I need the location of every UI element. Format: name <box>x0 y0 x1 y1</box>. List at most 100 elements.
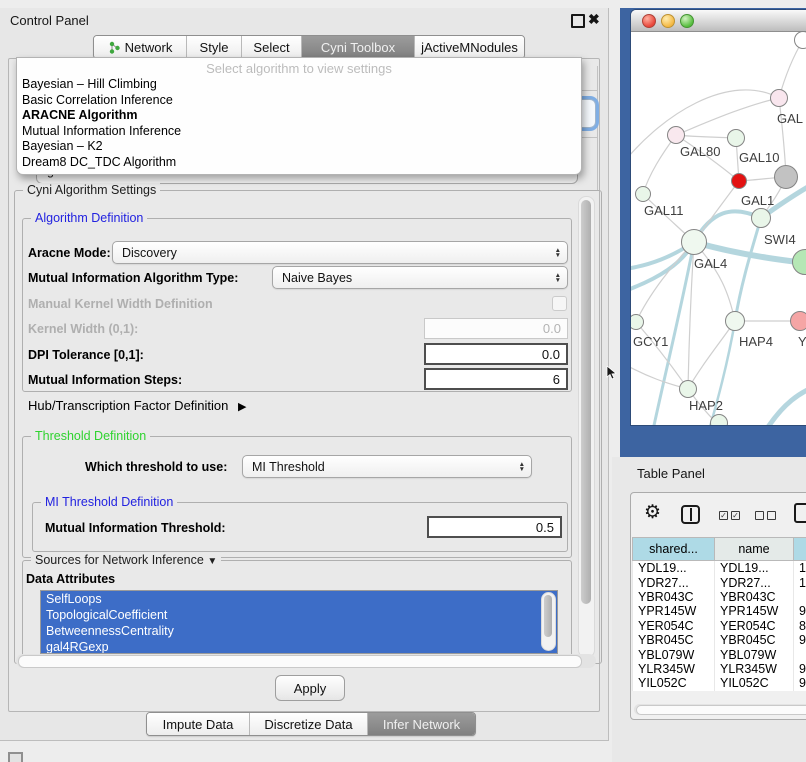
table-cell[interactable]: YLR345W <box>715 662 794 676</box>
network-node-gal[interactable] <box>770 89 788 107</box>
tab-cyni-toolbox[interactable]: Cyni Toolbox <box>301 36 414 58</box>
close-icon[interactable]: ✖ <box>588 11 600 28</box>
column-header-name[interactable]: name <box>715 538 794 561</box>
float-window-icon[interactable] <box>571 14 585 28</box>
checked-boxes-icon[interactable]: ✓✓ <box>719 511 740 520</box>
data-attribute-item[interactable]: gal4RGexp <box>41 639 557 654</box>
algorithm-option-bayesian-k2[interactable]: Bayesian – K2 <box>19 139 579 155</box>
settings-scrollbar[interactable] <box>578 196 595 658</box>
network-window-titlebar[interactable] <box>631 10 806 32</box>
data-attribute-item[interactable]: TopologicalCoefficient <box>41 607 557 623</box>
algorithm-option-basic-correlation-inference[interactable]: Basic Correlation Inference <box>19 93 579 109</box>
data-attribute-item[interactable]: SelfLoops <box>41 591 557 607</box>
table-cell[interactable]: 12 <box>794 575 806 589</box>
table-hscrollbar[interactable] <box>634 704 806 715</box>
table-cell[interactable]: YDR27... <box>715 575 794 589</box>
data-attributes-list[interactable]: SelfLoopsTopologicalCoefficientBetweenne… <box>40 590 558 654</box>
table-panel: ⚙ ✓✓ shared...nameYDL19...YDL19...13YDR2… <box>630 492 806 720</box>
table-cell[interactable]: 9. <box>794 633 806 647</box>
table-cell[interactable]: YDR27... <box>633 575 715 589</box>
tab-infer-network[interactable]: Infer Network <box>367 713 475 735</box>
network-node-y[interactable] <box>790 311 806 331</box>
table-cell[interactable] <box>794 590 806 604</box>
table-cell[interactable]: YBR043C <box>633 590 715 604</box>
table-cell[interactable] <box>794 647 806 661</box>
window-zoom-icon[interactable] <box>680 14 694 28</box>
network-node-swi4[interactable] <box>751 208 771 228</box>
which-threshold-label: Which threshold to use: <box>85 460 227 474</box>
network-node-gal10[interactable] <box>727 129 745 147</box>
algorithm-option-dream8-dc-tdc-algorithm[interactable]: Dream8 DC_TDC Algorithm <box>19 155 579 171</box>
network-node-hap2[interactable] <box>679 380 697 398</box>
unchecked-boxes-icon[interactable] <box>755 511 776 520</box>
algorithm-option-mutual-information-inference[interactable]: Mutual Information Inference <box>19 124 579 140</box>
combo-arrows-icon: ▲▼ <box>555 273 561 283</box>
mi-type-combobox[interactable]: Naive Bayes ▲▼ <box>272 266 568 289</box>
window-close-icon[interactable] <box>642 14 656 28</box>
table-cell[interactable]: YIL052C <box>633 676 715 690</box>
table-cell[interactable]: 8. <box>794 619 806 633</box>
table-cell[interactable]: 9. <box>794 676 806 690</box>
network-node-gal4[interactable] <box>681 229 707 255</box>
which-threshold-combobox[interactable]: MI Threshold ▲▼ <box>242 455 532 478</box>
split-columns-icon[interactable] <box>681 505 700 524</box>
attributes-scrollbar[interactable] <box>541 592 556 651</box>
table-cell[interactable]: YBR045C <box>715 633 794 647</box>
table-cell[interactable]: YER054C <box>715 619 794 633</box>
mi-threshold-field[interactable]: 0.5 <box>427 516 562 538</box>
table-cell[interactable]: YDL19... <box>633 561 715 576</box>
column-header-cut[interactable] <box>794 538 806 561</box>
data-attribute-item[interactable]: BetweennessCentrality <box>41 623 557 639</box>
table-cell[interactable]: YBR043C <box>715 590 794 604</box>
apply-button[interactable]: Apply <box>275 675 345 701</box>
tab-impute-data[interactable]: Impute Data <box>147 713 249 735</box>
attributes-scrollbar-thumb[interactable] <box>544 595 552 637</box>
manual-kernel-checkbox[interactable] <box>552 296 567 311</box>
tab-jactivemnodules[interactable]: jActiveMNodules <box>414 36 524 58</box>
network-node[interactable] <box>794 31 806 49</box>
table-cell[interactable]: 13 <box>794 561 806 576</box>
table-cell[interactable]: 9. <box>794 662 806 676</box>
table-cell[interactable]: YDL19... <box>715 561 794 576</box>
network-node-gal80[interactable] <box>667 126 685 144</box>
mi-steps-field[interactable]: 6 <box>424 368 568 390</box>
hub-definition-expander[interactable]: Hub/Transcription Factor Definition ▶ <box>28 398 246 413</box>
settings-hscrollbar-thumb[interactable] <box>18 655 582 668</box>
aracne-mode-combobox[interactable]: Discovery ▲▼ <box>112 241 568 264</box>
table-row: YBR045CYBR045C9. <box>633 633 806 647</box>
network-node[interactable] <box>774 165 798 189</box>
tab-select[interactable]: Select <box>241 36 301 58</box>
network-node[interactable] <box>710 414 728 425</box>
gear-icon[interactable]: ⚙ <box>644 501 661 524</box>
tab-style[interactable]: Style <box>186 36 241 58</box>
table-cell[interactable]: YPR145W <box>633 604 715 618</box>
table-cell[interactable]: YLR345W <box>633 662 715 676</box>
table-cell[interactable]: YBL079W <box>715 647 794 661</box>
network-node-hap4[interactable] <box>725 311 745 331</box>
table-cell[interactable]: YPR145W <box>715 604 794 618</box>
tab-network[interactable]: Network <box>94 36 186 58</box>
network-node-gal1[interactable] <box>731 173 747 189</box>
column-header-shared[interactable]: shared... <box>633 538 715 561</box>
algorithm-option-bayesian-hill-climbing[interactable]: Bayesian – Hill Climbing <box>19 77 579 93</box>
node-label: HAP2 <box>689 398 723 413</box>
settings-hscrollbar[interactable] <box>16 654 596 668</box>
algorithm-option-aracne-algorithm[interactable]: ARACNE Algorithm <box>19 108 579 124</box>
network-canvas[interactable]: GALGAL80GAL10GAL1GAL11SWI4GAL4GCY1HAP4YH… <box>631 32 806 425</box>
kernel-width-field[interactable]: 0.0 <box>424 318 568 339</box>
table-icon[interactable] <box>794 503 806 523</box>
tab-discretize-data[interactable]: Discretize Data <box>249 713 367 735</box>
window-minimize-icon[interactable] <box>661 14 675 28</box>
table-hscrollbar-thumb[interactable] <box>636 705 806 715</box>
table-cell[interactable]: YIL052C <box>715 676 794 690</box>
dpi-tolerance-field[interactable]: 0.0 <box>424 343 568 365</box>
settings-scrollbar-thumb[interactable] <box>581 200 591 604</box>
table-cell[interactable]: 9. <box>794 604 806 618</box>
minimized-panel-icon[interactable] <box>8 752 23 762</box>
network-node-gal11[interactable] <box>635 186 651 202</box>
sources-group-title[interactable]: Sources for Network Inference ▼ <box>31 553 221 567</box>
table-cell[interactable]: YBL079W <box>633 647 715 661</box>
table-cell[interactable]: YER054C <box>633 619 715 633</box>
table-panel-title: Table Panel <box>637 466 705 481</box>
table-cell[interactable]: YBR045C <box>633 633 715 647</box>
